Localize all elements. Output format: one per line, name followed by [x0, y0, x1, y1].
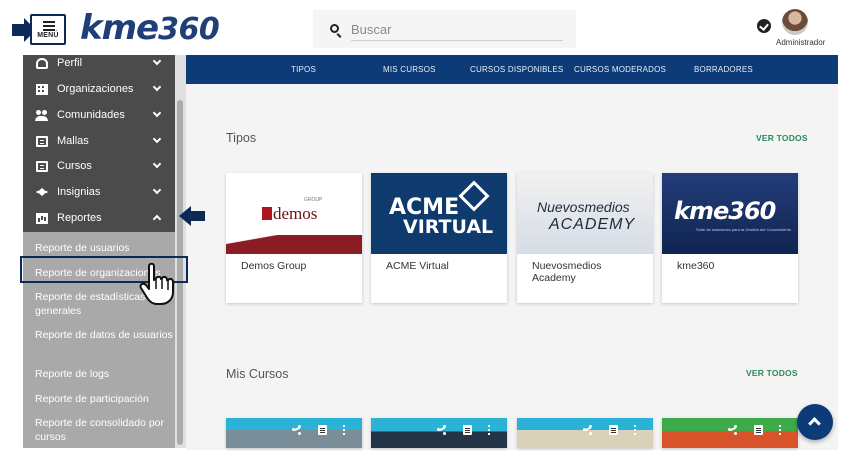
chevron-down-icon: [152, 108, 162, 118]
book-icon: [36, 136, 48, 147]
share-icon[interactable]: [728, 425, 737, 435]
star-icon: [36, 188, 48, 196]
more-vert-icon[interactable]: [631, 425, 640, 435]
card-title: kme360: [677, 260, 715, 272]
hand-cursor-icon: [139, 262, 174, 305]
sidebar-item-organizaciones[interactable]: Organizaciones: [23, 77, 178, 102]
demos-logo: demos: [262, 204, 317, 224]
chevron-down-icon: [152, 82, 162, 92]
share-icon[interactable]: [583, 425, 592, 435]
person-icon: [36, 58, 48, 69]
more-vert-icon[interactable]: [340, 425, 349, 435]
card-title: ACME Virtual: [386, 260, 449, 272]
sidebar-subitem-reporte-participacion[interactable]: Reporte de participación: [35, 392, 175, 406]
book-icon: [36, 161, 48, 172]
chart-icon: [36, 213, 48, 224]
sidebar-subitem-reporte-consolidado[interactable]: Reporte de consolidado por cursos: [35, 416, 175, 444]
scroll-top-button[interactable]: [797, 404, 833, 440]
tab-tipos[interactable]: TIPOS: [291, 65, 316, 74]
building-icon: [36, 84, 48, 95]
card-kme360[interactable]: kme360 Suite de soluciones para la Gesti…: [662, 173, 798, 303]
search-icon[interactable]: [330, 24, 339, 33]
chevron-down-icon: [152, 134, 162, 144]
see-all-mis-cursos-link[interactable]: VER TODOS: [746, 368, 798, 378]
card-image: ACME VIRTUAL: [371, 173, 507, 254]
tab-cursos-disponibles[interactable]: CURSOS DISPONIBLES: [470, 65, 563, 74]
group-icon: [35, 110, 48, 121]
card-acme-virtual[interactable]: ACME VIRTUAL ACME Virtual: [371, 173, 507, 303]
more-vert-icon[interactable]: [776, 425, 785, 435]
sidebar-item-mallas[interactable]: Mallas: [23, 129, 178, 154]
course-card[interactable]: [371, 418, 507, 448]
avatar[interactable]: [782, 9, 808, 35]
sidebar: Perfil Organizaciones Comunidades Mallas…: [23, 55, 178, 448]
check-circle-icon[interactable]: [757, 19, 771, 33]
card-image: Nuevosmedios ACADEMY: [517, 173, 653, 254]
share-icon[interactable]: [437, 425, 446, 435]
course-card[interactable]: [662, 418, 798, 448]
menu-label: MENÚ: [37, 32, 59, 39]
tab-cursos-moderados[interactable]: CURSOS MODERADOS: [574, 65, 666, 74]
search-underline: [351, 40, 563, 41]
sidebar-menu: Perfil Organizaciones Comunidades Mallas…: [23, 55, 178, 232]
card-title: Nuevosmedios Academy: [532, 260, 602, 284]
app-logo[interactable]: kme360: [80, 8, 220, 48]
see-all-tipos-link[interactable]: VER TODOS: [756, 133, 808, 143]
sidebar-item-insignias[interactable]: Insignias: [23, 180, 178, 205]
card-image: GROUP demos: [226, 173, 362, 254]
menu-button[interactable]: MENÚ: [30, 14, 66, 45]
course-card[interactable]: [226, 418, 362, 448]
tab-borradores[interactable]: BORRADORES: [694, 65, 753, 74]
search-box: [313, 10, 576, 48]
chevron-up-icon: [808, 417, 821, 430]
share-icon[interactable]: [292, 425, 301, 435]
sidebar-item-reportes[interactable]: Reportes: [23, 206, 178, 231]
sidebar-item-comunidades[interactable]: Comunidades: [23, 103, 178, 128]
sidebar-item-perfil[interactable]: Perfil: [23, 55, 178, 76]
main-content: Tipos VER TODOS GROUP demos Demos Group …: [186, 84, 838, 450]
card-title: Demos Group: [241, 260, 307, 272]
chevron-down-icon: [152, 185, 162, 195]
course-card[interactable]: [517, 418, 653, 448]
user-name[interactable]: Administrador: [776, 38, 825, 47]
chevron-down-icon: [152, 56, 162, 66]
sidebar-subitem-reporte-datos-usuarios[interactable]: Reporte de datos de usuarios: [35, 328, 175, 342]
sidebar-subitem-reporte-logs[interactable]: Reporte de logs: [35, 367, 175, 381]
card-nuevosmedios-academy[interactable]: Nuevosmedios ACADEMY Nuevosmedios Academ…: [517, 173, 653, 303]
clipboard-icon[interactable]: [318, 425, 327, 435]
tab-mis-cursos[interactable]: MIS CURSOS: [383, 65, 436, 74]
diamond-icon: [458, 180, 490, 212]
sidebar-subitem-reporte-usuarios[interactable]: Reporte de usuarios: [35, 241, 175, 255]
more-vert-icon[interactable]: [485, 425, 494, 435]
chevron-up-icon: [152, 214, 162, 224]
clipboard-icon[interactable]: [754, 425, 763, 435]
sidebar-item-cursos[interactable]: Cursos: [23, 154, 178, 179]
section-title-mis-cursos: Mis Cursos: [226, 367, 289, 381]
section-title-tipos: Tipos: [226, 131, 257, 145]
clipboard-icon[interactable]: [609, 425, 618, 435]
top-nav: TIPOS MIS CURSOS CURSOS DISPONIBLES CURS…: [186, 55, 838, 84]
search-input[interactable]: [351, 19, 561, 39]
chevron-down-icon: [152, 159, 162, 169]
callout-arrow-icon: [179, 206, 205, 226]
card-image: kme360 Suite de soluciones para la Gesti…: [662, 173, 798, 254]
card-demos-group[interactable]: GROUP demos Demos Group: [226, 173, 362, 303]
clipboard-icon[interactable]: [463, 425, 472, 435]
app-header: MENÚ kme360 Administrador: [0, 0, 851, 55]
